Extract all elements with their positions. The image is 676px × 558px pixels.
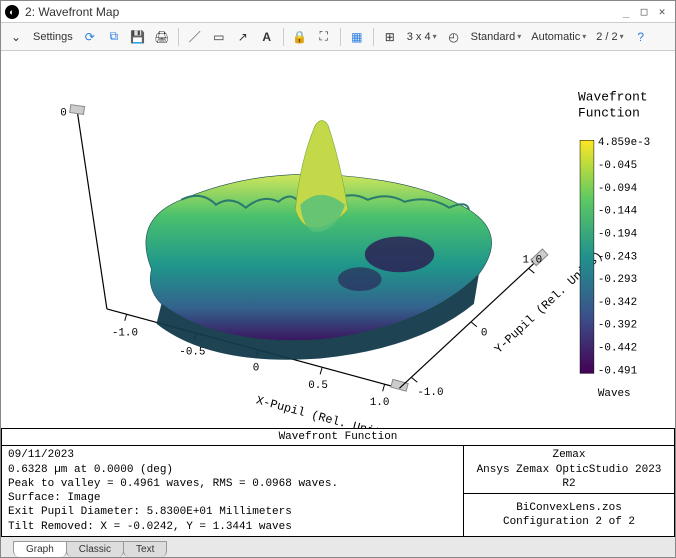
- configuration: Configuration 2 of 2: [468, 515, 670, 529]
- refresh-icon[interactable]: ⟳: [79, 26, 101, 48]
- colorbar: [580, 140, 594, 373]
- svg-text:-0.392: -0.392: [598, 320, 637, 332]
- app-icon: ◐: [5, 5, 19, 19]
- plot-area[interactable]: 0 -1.0 -0.5 0 0.5 1.0 X-Pupil (Rel. Unit…: [1, 51, 675, 428]
- config-dropdown[interactable]: Standard▾: [467, 31, 526, 43]
- svg-text:-1.0: -1.0: [417, 387, 443, 399]
- window-titlebar: ◐ 2: Wavefront Map _ □ ✕: [1, 1, 675, 23]
- legend-title-2: Function: [578, 105, 640, 120]
- lock-icon[interactable]: 🔒: [289, 26, 311, 48]
- settings-button[interactable]: Settings: [29, 31, 77, 43]
- tab-text[interactable]: Text: [123, 541, 167, 557]
- toolbar: ⌄ Settings ⟳ ⧉ 💾 🖨 ／ ▭ ↗ A 🔒 ⛶ ▦ ⊞ 3 x 4…: [1, 23, 675, 51]
- tab-classic[interactable]: Classic: [66, 541, 124, 557]
- tab-graph[interactable]: Graph: [13, 541, 67, 557]
- copy-icon[interactable]: ⧉: [103, 26, 125, 48]
- info-details: 09/11/2023 0.6328 µm at 0.0000 (deg) Pea…: [2, 446, 464, 536]
- window-title: 2: Wavefront Map: [25, 5, 617, 19]
- annotate-line-icon[interactable]: ／: [184, 26, 206, 48]
- vendor-name: Zemax: [468, 448, 670, 462]
- close-button[interactable]: ✕: [653, 5, 671, 18]
- clock-icon[interactable]: ◴: [443, 26, 465, 48]
- colorbar-ticks: 4.859e-3 -0.045 -0.094 -0.144 -0.194 -0.…: [598, 137, 650, 377]
- separator: [340, 28, 341, 46]
- svg-text:1.0: 1.0: [522, 254, 542, 266]
- minimize-button[interactable]: _: [617, 5, 635, 18]
- auto-dropdown[interactable]: Automatic▾: [527, 31, 590, 43]
- info-meta: Zemax Ansys Zemax OpticStudio 2023 R2 Bi…: [464, 446, 674, 536]
- svg-text:-1.0: -1.0: [112, 328, 138, 340]
- svg-text:-0.293: -0.293: [598, 274, 637, 286]
- svg-text:-0.045: -0.045: [598, 160, 637, 172]
- product-version: Ansys Zemax OpticStudio 2023 R2: [468, 463, 670, 492]
- window-index: 2: [25, 5, 32, 19]
- view-tabs: Graph Classic Text: [1, 537, 675, 557]
- grid-icon[interactable]: ⊞: [379, 26, 401, 48]
- help-icon[interactable]: ?: [630, 26, 652, 48]
- svg-text:-0.5: -0.5: [179, 347, 205, 359]
- info-panel: Wavefront Function 09/11/2023 0.6328 µm …: [1, 428, 675, 537]
- maximize-button[interactable]: □: [635, 5, 653, 18]
- zoom-fit-icon[interactable]: ⛶: [313, 26, 335, 48]
- svg-text:1.0: 1.0: [370, 397, 390, 409]
- info-header: Wavefront Function: [2, 429, 674, 446]
- filename: BiConvexLens.zos: [468, 501, 670, 515]
- svg-text:-0.144: -0.144: [598, 206, 637, 218]
- svg-text:-0.491: -0.491: [598, 365, 638, 377]
- save-icon[interactable]: 💾: [127, 26, 149, 48]
- svg-text:-0.442: -0.442: [598, 343, 637, 355]
- svg-text:4.859e-3: 4.859e-3: [598, 137, 650, 149]
- svg-text:0.5: 0.5: [308, 380, 328, 392]
- svg-text:-0.342: -0.342: [598, 297, 637, 309]
- separator: [178, 28, 179, 46]
- colorbar-unit: Waves: [598, 388, 631, 400]
- svg-text:-0.243: -0.243: [598, 251, 637, 263]
- z-tick-0: 0: [60, 107, 67, 119]
- pager[interactable]: 2 / 2▾: [592, 31, 627, 43]
- wavefront-3d-plot: 0 -1.0 -0.5 0 0.5 1.0 X-Pupil (Rel. Unit…: [1, 51, 675, 428]
- annotate-arrow-icon[interactable]: ↗: [232, 26, 254, 48]
- window-layout-icon[interactable]: ▦: [346, 26, 368, 48]
- separator: [283, 28, 284, 46]
- grid-size-dropdown[interactable]: 3 x 4▾: [403, 31, 441, 43]
- annotate-rect-icon[interactable]: ▭: [208, 26, 230, 48]
- svg-text:-0.094: -0.094: [598, 183, 637, 195]
- window-title-text: Wavefront Map: [38, 5, 119, 19]
- separator: [373, 28, 374, 46]
- annotate-text-icon[interactable]: A: [256, 26, 278, 48]
- settings-dropdown-icon[interactable]: ⌄: [5, 26, 27, 48]
- legend-title-1: Wavefront: [578, 90, 648, 105]
- print-icon[interactable]: 🖨: [151, 26, 173, 48]
- wavefront-surface: [146, 120, 492, 359]
- svg-text:0: 0: [481, 328, 488, 340]
- svg-text:-0.194: -0.194: [598, 228, 637, 240]
- svg-text:0: 0: [253, 362, 260, 374]
